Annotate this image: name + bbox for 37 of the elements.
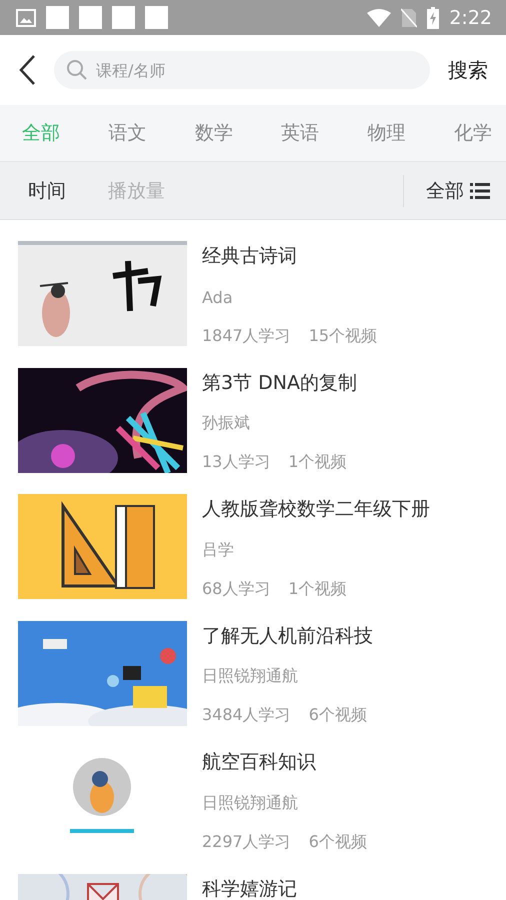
search-field[interactable]: 课程/名师: [54, 51, 430, 89]
wifi-icon: [367, 8, 392, 26]
battery-charging-icon: [427, 6, 440, 28]
course-title[interactable]: 了解无人机前沿科技: [202, 622, 373, 648]
learner-count: 2297人学习: [202, 832, 291, 852]
learner-count: 3484人学习: [202, 705, 291, 726]
teacher-name: 孙振斌: [202, 413, 251, 434]
video-count: 1个视频: [288, 452, 347, 473]
learner-count: 1847人学习: [202, 326, 291, 346]
teacher-name: 日照锐翔通航: [202, 792, 299, 814]
course-title[interactable]: 人教版聋校数学二年级下册: [202, 496, 430, 522]
notification-icon: [145, 6, 168, 29]
image-icon: [16, 8, 36, 26]
video-count: 6个视频: [308, 705, 367, 726]
teacher-name: 吕学: [202, 540, 235, 561]
video-count: 15个视频: [308, 326, 378, 346]
search-icon: [66, 59, 88, 81]
course-title[interactable]: 经典古诗词: [202, 243, 378, 269]
teacher-name: 日照锐翔通航: [202, 666, 299, 688]
course-title[interactable]: 航空百科知识: [202, 749, 367, 775]
teacher-name: Ada: [202, 288, 234, 307]
notification-icon: [79, 6, 102, 29]
notification-icon: [112, 6, 135, 29]
learner-count: 68人学习: [202, 578, 270, 600]
course-title[interactable]: 第3节 DNA的复制: [202, 370, 357, 396]
back-button[interactable]: [18, 54, 36, 86]
video-count: 6个视频: [308, 832, 367, 852]
sort-option[interactable]: 时间: [28, 178, 66, 204]
list-icon: [470, 182, 490, 200]
course-title[interactable]: 科学嬉游记: [202, 876, 297, 900]
video-count: 1个视频: [288, 578, 347, 600]
status-time: 2:22: [449, 6, 492, 28]
filter-button[interactable]: 全部: [426, 178, 490, 204]
no-sim-icon: [401, 8, 418, 28]
notification-icon: [46, 6, 69, 29]
learner-count: 13人学习: [202, 452, 270, 473]
search-button[interactable]: 搜索: [448, 56, 488, 84]
